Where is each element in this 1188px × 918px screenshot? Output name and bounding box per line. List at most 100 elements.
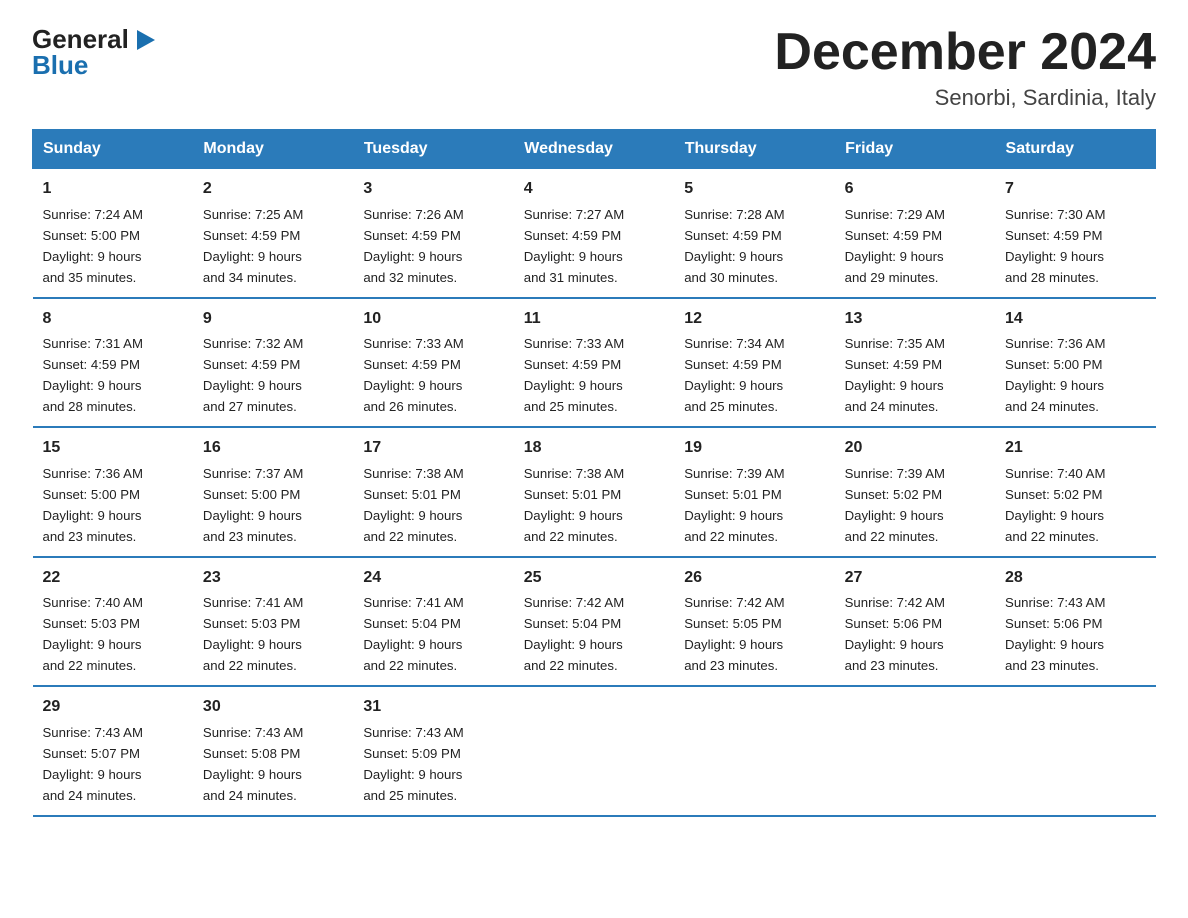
- day-info: Sunrise: 7:28 AMSunset: 4:59 PMDaylight:…: [684, 207, 784, 285]
- day-number: 7: [1005, 177, 1145, 202]
- col-header-thursday: Thursday: [674, 130, 834, 169]
- day-info: Sunrise: 7:40 AMSunset: 5:03 PMDaylight:…: [43, 595, 143, 673]
- calendar-cell: [674, 686, 834, 815]
- day-number: 28: [1005, 566, 1145, 591]
- day-number: 25: [524, 566, 664, 591]
- day-number: 21: [1005, 436, 1145, 461]
- calendar-cell: [514, 686, 674, 815]
- day-number: 1: [43, 177, 183, 202]
- calendar-cell: 30 Sunrise: 7:43 AMSunset: 5:08 PMDayligh…: [193, 686, 353, 815]
- day-info: Sunrise: 7:35 AMSunset: 4:59 PMDaylight:…: [845, 336, 945, 414]
- day-info: Sunrise: 7:36 AMSunset: 5:00 PMDaylight:…: [1005, 336, 1105, 414]
- calendar-cell: 21 Sunrise: 7:40 AMSunset: 5:02 PMDayligh…: [995, 427, 1155, 556]
- col-header-sunday: Sunday: [33, 130, 193, 169]
- logo-text-blue: Blue: [32, 50, 88, 81]
- calendar-cell: 11Sunrise: 7:33 AMSunset: 4:59 PMDayligh…: [514, 298, 674, 427]
- calendar-cell: 13 Sunrise: 7:35 AMSunset: 4:59 PMDayligh…: [835, 298, 995, 427]
- calendar-cell: 27 Sunrise: 7:42 AMSunset: 5:06 PMDayligh…: [835, 557, 995, 686]
- day-number: 9: [203, 307, 343, 332]
- day-info: Sunrise: 7:41 AMSunset: 5:04 PMDaylight:…: [363, 595, 463, 673]
- calendar-cell: [835, 686, 995, 815]
- day-number: 4: [524, 177, 664, 202]
- calendar-cell: 8Sunrise: 7:31 AMSunset: 4:59 PMDaylight…: [33, 298, 193, 427]
- col-header-friday: Friday: [835, 130, 995, 169]
- calendar-cell: 12 Sunrise: 7:34 AMSunset: 4:59 PMDayligh…: [674, 298, 834, 427]
- day-info: Sunrise: 7:33 AMSunset: 4:59 PMDaylight:…: [363, 336, 463, 414]
- title-block: December 2024 Senorbi, Sardinia, Italy: [774, 24, 1156, 111]
- day-info: Sunrise: 7:34 AMSunset: 4:59 PMDaylight:…: [684, 336, 784, 414]
- day-number: 2: [203, 177, 343, 202]
- logo-text-general: General: [32, 25, 129, 54]
- calendar-cell: 16 Sunrise: 7:37 AMSunset: 5:00 PMDayligh…: [193, 427, 353, 556]
- day-number: 26: [684, 566, 824, 591]
- day-number: 12: [684, 307, 824, 332]
- calendar-cell: 24 Sunrise: 7:41 AMSunset: 5:04 PMDayligh…: [353, 557, 513, 686]
- day-number: 20: [845, 436, 985, 461]
- calendar-cell: 19 Sunrise: 7:39 AMSunset: 5:01 PMDayligh…: [674, 427, 834, 556]
- logo-triangle-icon: [131, 26, 159, 54]
- calendar-cell: 17Sunrise: 7:38 AMSunset: 5:01 PMDayligh…: [353, 427, 513, 556]
- day-info: Sunrise: 7:42 AMSunset: 5:06 PMDaylight:…: [845, 595, 945, 673]
- day-number: 15: [43, 436, 183, 461]
- col-header-tuesday: Tuesday: [353, 130, 513, 169]
- logo: General Blue: [32, 24, 159, 81]
- calendar-cell: 4Sunrise: 7:27 AMSunset: 4:59 PMDaylight…: [514, 169, 674, 298]
- day-info: Sunrise: 7:40 AMSunset: 5:02 PMDaylight:…: [1005, 466, 1105, 544]
- calendar-week-row: 15 Sunrise: 7:36 AMSunset: 5:00 PMDayligh…: [33, 427, 1156, 556]
- day-number: 19: [684, 436, 824, 461]
- calendar-cell: 28 Sunrise: 7:43 AMSunset: 5:06 PMDayligh…: [995, 557, 1155, 686]
- day-number: 3: [363, 177, 503, 202]
- calendar-cell: 2 Sunrise: 7:25 AMSunset: 4:59 PMDaylight…: [193, 169, 353, 298]
- calendar-header-row: SundayMondayTuesdayWednesdayThursdayFrid…: [33, 130, 1156, 169]
- calendar-cell: 14 Sunrise: 7:36 AMSunset: 5:00 PMDayligh…: [995, 298, 1155, 427]
- day-info: Sunrise: 7:42 AMSunset: 5:05 PMDaylight:…: [684, 595, 784, 673]
- day-info: Sunrise: 7:37 AMSunset: 5:00 PMDaylight:…: [203, 466, 303, 544]
- col-header-monday: Monday: [193, 130, 353, 169]
- calendar-cell: 6Sunrise: 7:29 AMSunset: 4:59 PMDaylight…: [835, 169, 995, 298]
- day-info: Sunrise: 7:43 AMSunset: 5:09 PMDaylight:…: [363, 725, 463, 803]
- day-number: 13: [845, 307, 985, 332]
- day-info: Sunrise: 7:42 AMSunset: 5:04 PMDaylight:…: [524, 595, 624, 673]
- day-info: Sunrise: 7:38 AMSunset: 5:01 PMDaylight:…: [524, 466, 624, 544]
- calendar-cell: 5 Sunrise: 7:28 AMSunset: 4:59 PMDaylight…: [674, 169, 834, 298]
- day-number: 11: [524, 307, 664, 332]
- day-number: 10: [363, 307, 503, 332]
- day-number: 17: [363, 436, 503, 461]
- calendar-cell: [995, 686, 1155, 815]
- day-number: 24: [363, 566, 503, 591]
- calendar-cell: 20Sunrise: 7:39 AMSunset: 5:02 PMDayligh…: [835, 427, 995, 556]
- day-info: Sunrise: 7:41 AMSunset: 5:03 PMDaylight:…: [203, 595, 303, 673]
- calendar-week-row: 29Sunrise: 7:43 AMSunset: 5:07 PMDayligh…: [33, 686, 1156, 815]
- calendar-cell: 9 Sunrise: 7:32 AMSunset: 4:59 PMDaylight…: [193, 298, 353, 427]
- calendar-cell: 1Sunrise: 7:24 AMSunset: 5:00 PMDaylight…: [33, 169, 193, 298]
- page-header: General Blue December 2024 Senorbi, Sard…: [32, 24, 1156, 111]
- calendar-week-row: 8Sunrise: 7:31 AMSunset: 4:59 PMDaylight…: [33, 298, 1156, 427]
- day-info: Sunrise: 7:29 AMSunset: 4:59 PMDaylight:…: [845, 207, 945, 285]
- calendar-cell: 18Sunrise: 7:38 AMSunset: 5:01 PMDayligh…: [514, 427, 674, 556]
- calendar-week-row: 22 Sunrise: 7:40 AMSunset: 5:03 PMDayligh…: [33, 557, 1156, 686]
- day-number: 5: [684, 177, 824, 202]
- calendar-table: SundayMondayTuesdayWednesdayThursdayFrid…: [32, 129, 1156, 816]
- calendar-cell: 22 Sunrise: 7:40 AMSunset: 5:03 PMDayligh…: [33, 557, 193, 686]
- calendar-cell: 23 Sunrise: 7:41 AMSunset: 5:03 PMDayligh…: [193, 557, 353, 686]
- day-number: 16: [203, 436, 343, 461]
- day-info: Sunrise: 7:32 AMSunset: 4:59 PMDaylight:…: [203, 336, 303, 414]
- page-subtitle: Senorbi, Sardinia, Italy: [774, 85, 1156, 111]
- calendar-cell: 10 Sunrise: 7:33 AMSunset: 4:59 PMDayligh…: [353, 298, 513, 427]
- day-info: Sunrise: 7:25 AMSunset: 4:59 PMDaylight:…: [203, 207, 303, 285]
- day-info: Sunrise: 7:30 AMSunset: 4:59 PMDaylight:…: [1005, 207, 1105, 285]
- day-info: Sunrise: 7:39 AMSunset: 5:01 PMDaylight:…: [684, 466, 784, 544]
- day-number: 22: [43, 566, 183, 591]
- day-number: 14: [1005, 307, 1145, 332]
- day-number: 27: [845, 566, 985, 591]
- day-info: Sunrise: 7:43 AMSunset: 5:07 PMDaylight:…: [43, 725, 143, 803]
- col-header-wednesday: Wednesday: [514, 130, 674, 169]
- day-info: Sunrise: 7:36 AMSunset: 5:00 PMDaylight:…: [43, 466, 143, 544]
- day-info: Sunrise: 7:26 AMSunset: 4:59 PMDaylight:…: [363, 207, 463, 285]
- calendar-cell: 31Sunrise: 7:43 AMSunset: 5:09 PMDayligh…: [353, 686, 513, 815]
- day-info: Sunrise: 7:43 AMSunset: 5:08 PMDaylight:…: [203, 725, 303, 803]
- day-info: Sunrise: 7:43 AMSunset: 5:06 PMDaylight:…: [1005, 595, 1105, 673]
- col-header-saturday: Saturday: [995, 130, 1155, 169]
- day-number: 30: [203, 695, 343, 720]
- day-number: 23: [203, 566, 343, 591]
